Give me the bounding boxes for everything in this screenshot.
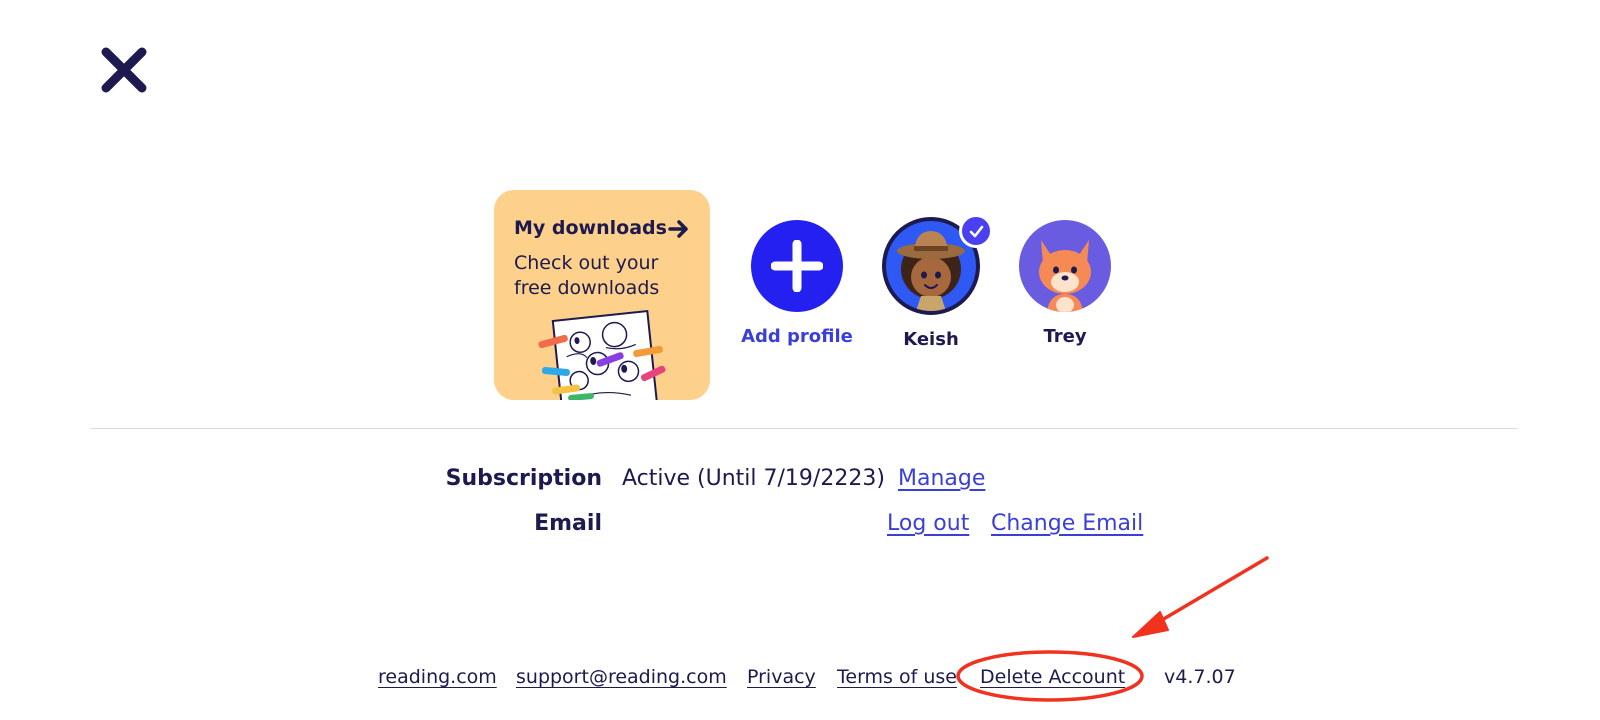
- change-email-link[interactable]: Change Email: [991, 511, 1143, 536]
- profile-keish[interactable]: Keish: [866, 214, 996, 350]
- add-profile-circle: [751, 220, 843, 312]
- footer-site-link[interactable]: reading.com: [378, 666, 497, 688]
- profile-keish-label: Keish: [903, 329, 959, 350]
- close-button[interactable]: [100, 46, 148, 94]
- my-downloads-card[interactable]: My downloads Check out your free downloa…: [494, 190, 710, 400]
- selected-check-badge: [959, 214, 993, 248]
- downloads-subtitle: Check out your free downloads: [514, 252, 660, 299]
- fox-icon: [1039, 240, 1091, 312]
- profile-trey-label: Trey: [1043, 326, 1087, 347]
- add-profile-button[interactable]: Add profile: [732, 220, 862, 347]
- subscription-status: Active (Until 7/19/2223): [622, 466, 885, 491]
- coloring-page-illustration: [538, 309, 666, 400]
- plus-icon: [771, 240, 823, 292]
- downloads-title: My downloads: [514, 217, 667, 239]
- log-out-link[interactable]: Log out: [887, 511, 969, 536]
- arrow-line: [1143, 556, 1269, 632]
- footer-terms-link[interactable]: Terms of use: [837, 666, 957, 688]
- trey-avatar: [1019, 220, 1111, 312]
- app-version: v4.7.07: [1164, 666, 1236, 688]
- footer-support-link[interactable]: support@reading.com: [516, 666, 727, 688]
- footer-privacy-link[interactable]: Privacy: [747, 666, 816, 688]
- check-icon: [969, 225, 984, 238]
- subscription-label: Subscription: [445, 466, 602, 491]
- email-label: Email: [534, 511, 602, 536]
- arrow-right-icon: [668, 220, 688, 238]
- arrow-head-icon: [1132, 611, 1169, 638]
- close-icon: [101, 47, 147, 93]
- profile-trey[interactable]: Trey: [1000, 220, 1130, 347]
- manage-link[interactable]: Manage: [898, 466, 985, 491]
- add-profile-label: Add profile: [741, 326, 853, 347]
- delete-account-link[interactable]: Delete Account: [980, 666, 1125, 688]
- section-divider: [91, 428, 1517, 429]
